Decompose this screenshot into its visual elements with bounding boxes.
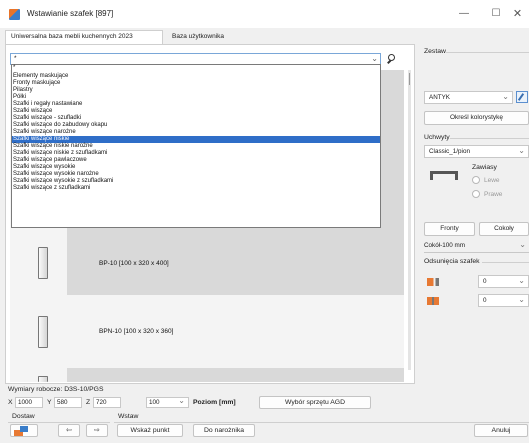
fronty-button[interactable]: Fronty bbox=[424, 222, 475, 236]
z-label: Z bbox=[86, 399, 91, 406]
prawe-label: Prawe bbox=[484, 191, 503, 198]
dropdown-item[interactable]: Szafki wiszące niskie z szufladkami bbox=[12, 150, 380, 157]
anuluj-button[interactable]: Anuluj bbox=[474, 424, 528, 437]
chevron-down-icon: ⌄ bbox=[518, 295, 525, 304]
lewe-label: Lewe bbox=[484, 177, 500, 184]
y-label: Y bbox=[47, 399, 52, 406]
close-button[interactable]: ✕ bbox=[506, 5, 529, 23]
product-label: BP-10 [100 x 320 x 400] bbox=[99, 260, 169, 267]
odsuniecia-label: Odsunięcia szafek bbox=[424, 258, 480, 265]
odsuniecie-1-select[interactable]: 0 ⌄ bbox=[478, 275, 529, 288]
cabinet-thumbnail-icon bbox=[38, 247, 48, 279]
dropdown-item[interactable]: Szafki wiszące pawlaczowe bbox=[12, 157, 380, 164]
dropdown-item[interactable]: Elementy maskujące bbox=[12, 73, 380, 80]
gap-between-icon bbox=[427, 297, 439, 305]
zestaw-select[interactable]: ANTYK ⌄ bbox=[424, 91, 513, 104]
poziom-label: Poziom [mm] bbox=[193, 399, 236, 406]
edit-icon[interactable] bbox=[516, 91, 528, 103]
arrow-right-icon: ⇨ bbox=[94, 427, 100, 434]
chevron-down-icon: ⌄ bbox=[519, 240, 526, 249]
app-icon bbox=[9, 9, 20, 20]
odsuniecie-1-value: 0 bbox=[483, 278, 487, 285]
zestaw-value: ANTYK bbox=[429, 94, 450, 101]
dropdown-item[interactable]: Szafki wiszące z szufladkami bbox=[12, 185, 380, 192]
dostaw-left-button[interactable]: ⇦ bbox=[58, 424, 80, 437]
x-label: X bbox=[8, 399, 13, 406]
poziom-value: 100 bbox=[149, 399, 160, 406]
x-field[interactable]: 1000 bbox=[15, 397, 43, 408]
wymiary-label: Wymiary robocze: D3S-10/PGS bbox=[8, 386, 104, 393]
odsuniecie-2-value: 0 bbox=[483, 297, 487, 304]
minimize-button[interactable]: — bbox=[446, 5, 482, 23]
category-filter-value: * bbox=[14, 55, 17, 62]
dropdown-item[interactable]: Fronty maskujące bbox=[12, 80, 380, 87]
chevron-down-icon: ⌄ bbox=[371, 54, 378, 63]
uchwyty-label: Uchwyty bbox=[424, 134, 450, 141]
dostaw-label: Dostaw bbox=[12, 413, 35, 420]
wskaz-punkt-button[interactable]: Wskaż punkt bbox=[117, 424, 183, 437]
scrollbar-thumb[interactable] bbox=[409, 73, 410, 85]
dropdown-item[interactable]: Szafki wiszące narożne bbox=[12, 129, 380, 136]
cokoly-button[interactable]: Cokoły bbox=[479, 222, 529, 236]
zawiasy-prawe-radio[interactable] bbox=[472, 190, 480, 198]
product-label: BPN-10 [100 x 320 x 360] bbox=[99, 328, 174, 335]
cokol-value: Cokół-100 mm bbox=[424, 242, 465, 249]
title-bar: Wstawianie szafek [897] — ☐ ✕ bbox=[0, 0, 529, 28]
cabinet-insert-icon bbox=[14, 426, 28, 436]
uchwyty-value: Classic_1/pion bbox=[429, 148, 470, 155]
cabinet-thumbnail-icon bbox=[38, 376, 48, 382]
tab-uniwersalna-baza[interactable]: Uniwersalna baza mebli kuchennych 2023 bbox=[5, 30, 163, 44]
category-dropdown-list[interactable]: * Elementy maskujące Fronty maskujące Pi… bbox=[11, 64, 381, 228]
okresl-kolorystyke-button[interactable]: Określ kolorystykę bbox=[424, 111, 529, 125]
product-item-bpn-10[interactable]: BPN-10 [100 x 320 x 360] bbox=[10, 296, 404, 368]
grid-scrollbar[interactable] bbox=[408, 70, 411, 370]
dropdown-item[interactable]: Szafki wiszące niskie narożne bbox=[12, 143, 380, 150]
zawiasy-lewe-radio[interactable] bbox=[472, 176, 480, 184]
uchwyty-select[interactable]: Classic_1/pion ⌄ bbox=[424, 145, 529, 158]
dropdown-item[interactable]: * bbox=[12, 65, 380, 72]
dropdown-item[interactable]: Pilastry bbox=[12, 87, 380, 94]
do-naroznika-button[interactable]: Do narożnika bbox=[193, 424, 255, 437]
dropdown-item[interactable]: Półki bbox=[12, 94, 380, 101]
gap-left-icon bbox=[427, 278, 439, 286]
chevron-down-icon: ⌄ bbox=[518, 276, 525, 285]
dropdown-item[interactable]: Szafki i regały nastawiane bbox=[12, 101, 380, 108]
chevron-down-icon: ⌄ bbox=[178, 396, 185, 405]
window-title: Wstawianie szafek [897] bbox=[27, 9, 114, 18]
dropdown-item[interactable]: Szafki wiszące wysokie z szufladkami bbox=[12, 178, 380, 185]
dropdown-item[interactable]: Szafki wiszące wysokie bbox=[12, 164, 380, 171]
cokol-select[interactable]: Cokół-100 mm ⌄ bbox=[424, 240, 529, 253]
cabinet-thumbnail-icon bbox=[38, 316, 48, 348]
search-button[interactable] bbox=[385, 53, 398, 66]
grid-row-highlight bbox=[67, 368, 404, 382]
handle-preview-icon bbox=[426, 161, 462, 187]
dostaw-right-button[interactable]: ⇨ bbox=[86, 424, 108, 437]
arrow-left-icon: ⇦ bbox=[66, 427, 72, 434]
wybor-sprzetu-agd-button[interactable]: Wybór sprzętu AGD bbox=[259, 396, 371, 409]
poziom-select[interactable]: 100 ⌄ bbox=[146, 396, 189, 408]
dropdown-item[interactable]: Szafki wiszące do zabudowy okapu bbox=[12, 122, 380, 129]
dropdown-item-selected[interactable]: Szafki wiszące niskie bbox=[12, 136, 380, 143]
zestaw-label: Zestaw bbox=[424, 48, 446, 55]
chevron-down-icon: ⌄ bbox=[518, 146, 525, 155]
y-field[interactable]: 580 bbox=[54, 397, 82, 408]
dropdown-item[interactable]: Szafki wiszące wysokie narożne bbox=[12, 171, 380, 178]
chevron-down-icon: ⌄ bbox=[502, 92, 509, 101]
tab-baza-uzytkownika[interactable]: Baza użytkownika bbox=[166, 30, 236, 44]
zawiasy-label: Zawiasy bbox=[472, 164, 497, 171]
z-field[interactable]: 720 bbox=[93, 397, 121, 408]
dropdown-item[interactable]: Szafki wiszące bbox=[12, 108, 380, 115]
odsuniecie-2-select[interactable]: 0 ⌄ bbox=[478, 294, 529, 307]
dropdown-item[interactable]: Szafki wiszące - szufladki bbox=[12, 115, 380, 122]
wstaw-label: Wstaw bbox=[118, 413, 139, 420]
product-item-bp-10[interactable]: BP-10 [100 x 320 x 400] bbox=[10, 225, 404, 297]
